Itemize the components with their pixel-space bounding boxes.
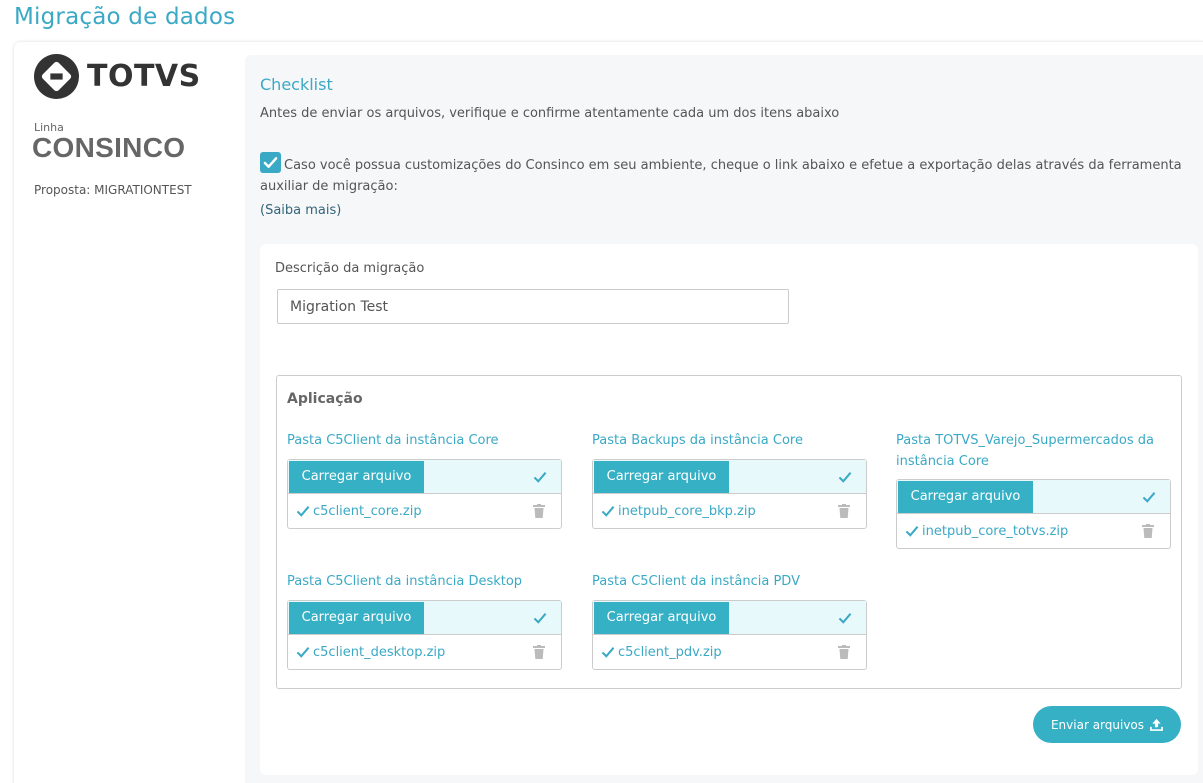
- upload-button[interactable]: Carregar arquivo: [594, 460, 729, 493]
- check-icon: [838, 612, 852, 624]
- trash-icon[interactable]: [1142, 524, 1154, 538]
- trash-icon[interactable]: [533, 645, 545, 659]
- check-icon: [533, 612, 547, 624]
- check-icon: [296, 506, 310, 517]
- upload-widget: Carregar arquivo c5client_desktop.zip: [287, 600, 562, 670]
- upload-button[interactable]: Carregar arquivo: [594, 601, 729, 634]
- upload-slot-c5client-pdv: Pasta C5Client da instância PDV Carregar…: [592, 571, 867, 670]
- upload-widget: Carregar arquivo inetpub_core_totvs.zip: [896, 479, 1171, 549]
- customization-checkbox[interactable]: [260, 152, 281, 173]
- check-icon: [296, 647, 310, 658]
- slot-label: Pasta C5Client da instância Core: [287, 433, 499, 448]
- upload-button[interactable]: Carregar arquivo: [289, 460, 424, 493]
- file-name: c5client_desktop.zip: [313, 644, 446, 660]
- uploaded-file: c5client_core.zip: [296, 504, 422, 519]
- check-icon: [601, 506, 615, 517]
- file-name: inetpub_core_bkp.zip: [618, 503, 756, 519]
- trash-icon[interactable]: [533, 504, 545, 518]
- upload-button[interactable]: Carregar arquivo: [289, 601, 424, 634]
- send-files-label: Enviar arquivos: [1050, 717, 1145, 732]
- file-name: c5client_core.zip: [313, 503, 422, 519]
- uploaded-file: c5client_desktop.zip: [296, 645, 445, 660]
- saiba-mais-link[interactable]: (Saiba mais): [260, 203, 341, 218]
- trash-icon[interactable]: [838, 645, 850, 659]
- application-title: Aplicação: [287, 391, 363, 407]
- upload-slot-c5client-desktop: Pasta C5Client da instância Desktop Carr…: [287, 571, 562, 670]
- slot-label: Pasta TOTVS_Varejo_Supermercados da inst…: [896, 433, 1154, 469]
- upload-slot-c5client-core: Pasta C5Client da instância Core Carrega…: [287, 430, 562, 529]
- checklist-title: Checklist: [260, 75, 333, 94]
- upload-widget: Carregar arquivo c5client_core.zip: [287, 459, 562, 529]
- totvs-logo-icon: [34, 54, 79, 99]
- upload-widget: Carregar arquivo inetpub_core_bkp.zip: [592, 459, 867, 529]
- totvs-logo: TOTVS: [34, 54, 201, 99]
- file-name: inetpub_core_totvs.zip: [922, 523, 1069, 539]
- application-box: Aplicação Pasta C5Client da instância Co…: [276, 375, 1182, 689]
- file-name: c5client_pdv.zip: [618, 644, 722, 660]
- check-icon: [905, 526, 919, 537]
- content-area: Checklist Antes de enviar os arquivos, v…: [245, 55, 1203, 783]
- upload-slot-backups-core: Pasta Backups da instância Core Carregar…: [592, 430, 867, 529]
- upload-slot-totvs-varejo-core: Pasta TOTVS_Varejo_Supermercados da inst…: [896, 430, 1171, 549]
- check-icon: [601, 647, 615, 658]
- upload-widget: Carregar arquivo c5client_pdv.zip: [592, 600, 867, 670]
- sidebar: TOTVS Linha CONSINCO Proposta: MIGRATION…: [14, 42, 244, 783]
- description-input[interactable]: [277, 289, 789, 324]
- check-icon: [1142, 491, 1156, 503]
- slot-label: Pasta C5Client da instância PDV: [592, 574, 800, 589]
- upload-icon: [1150, 718, 1163, 731]
- uploaded-file: inetpub_core_bkp.zip: [601, 504, 756, 519]
- logo-text: TOTVS: [87, 59, 201, 94]
- slot-label: Pasta Backups da instância Core: [592, 433, 803, 448]
- proposta-text: Proposta: MIGRATIONTEST: [34, 183, 192, 197]
- product-name: CONSINCO: [32, 132, 186, 163]
- description-label: Descrição da migração: [275, 261, 425, 276]
- trash-icon[interactable]: [838, 504, 850, 518]
- uploaded-file: c5client_pdv.zip: [601, 645, 722, 660]
- slot-label: Pasta C5Client da instância Desktop: [287, 574, 523, 589]
- migration-form: Descrição da migração Aplicação Pasta C5…: [260, 244, 1198, 775]
- checklist-subtitle: Antes de enviar os arquivos, verifique e…: [260, 106, 840, 121]
- page-title: Migração de dados: [14, 4, 236, 30]
- check-icon: [263, 157, 278, 168]
- uploaded-file: inetpub_core_totvs.zip: [905, 524, 1068, 539]
- upload-button[interactable]: Carregar arquivo: [898, 480, 1033, 513]
- checklist-item: Caso você possua customizações do Consin…: [260, 152, 1200, 197]
- checklist-item-text: Caso você possua customizações do Consin…: [260, 158, 1182, 194]
- send-files-button[interactable]: Enviar arquivos: [1033, 706, 1181, 743]
- check-icon: [533, 471, 547, 483]
- check-icon: [838, 471, 852, 483]
